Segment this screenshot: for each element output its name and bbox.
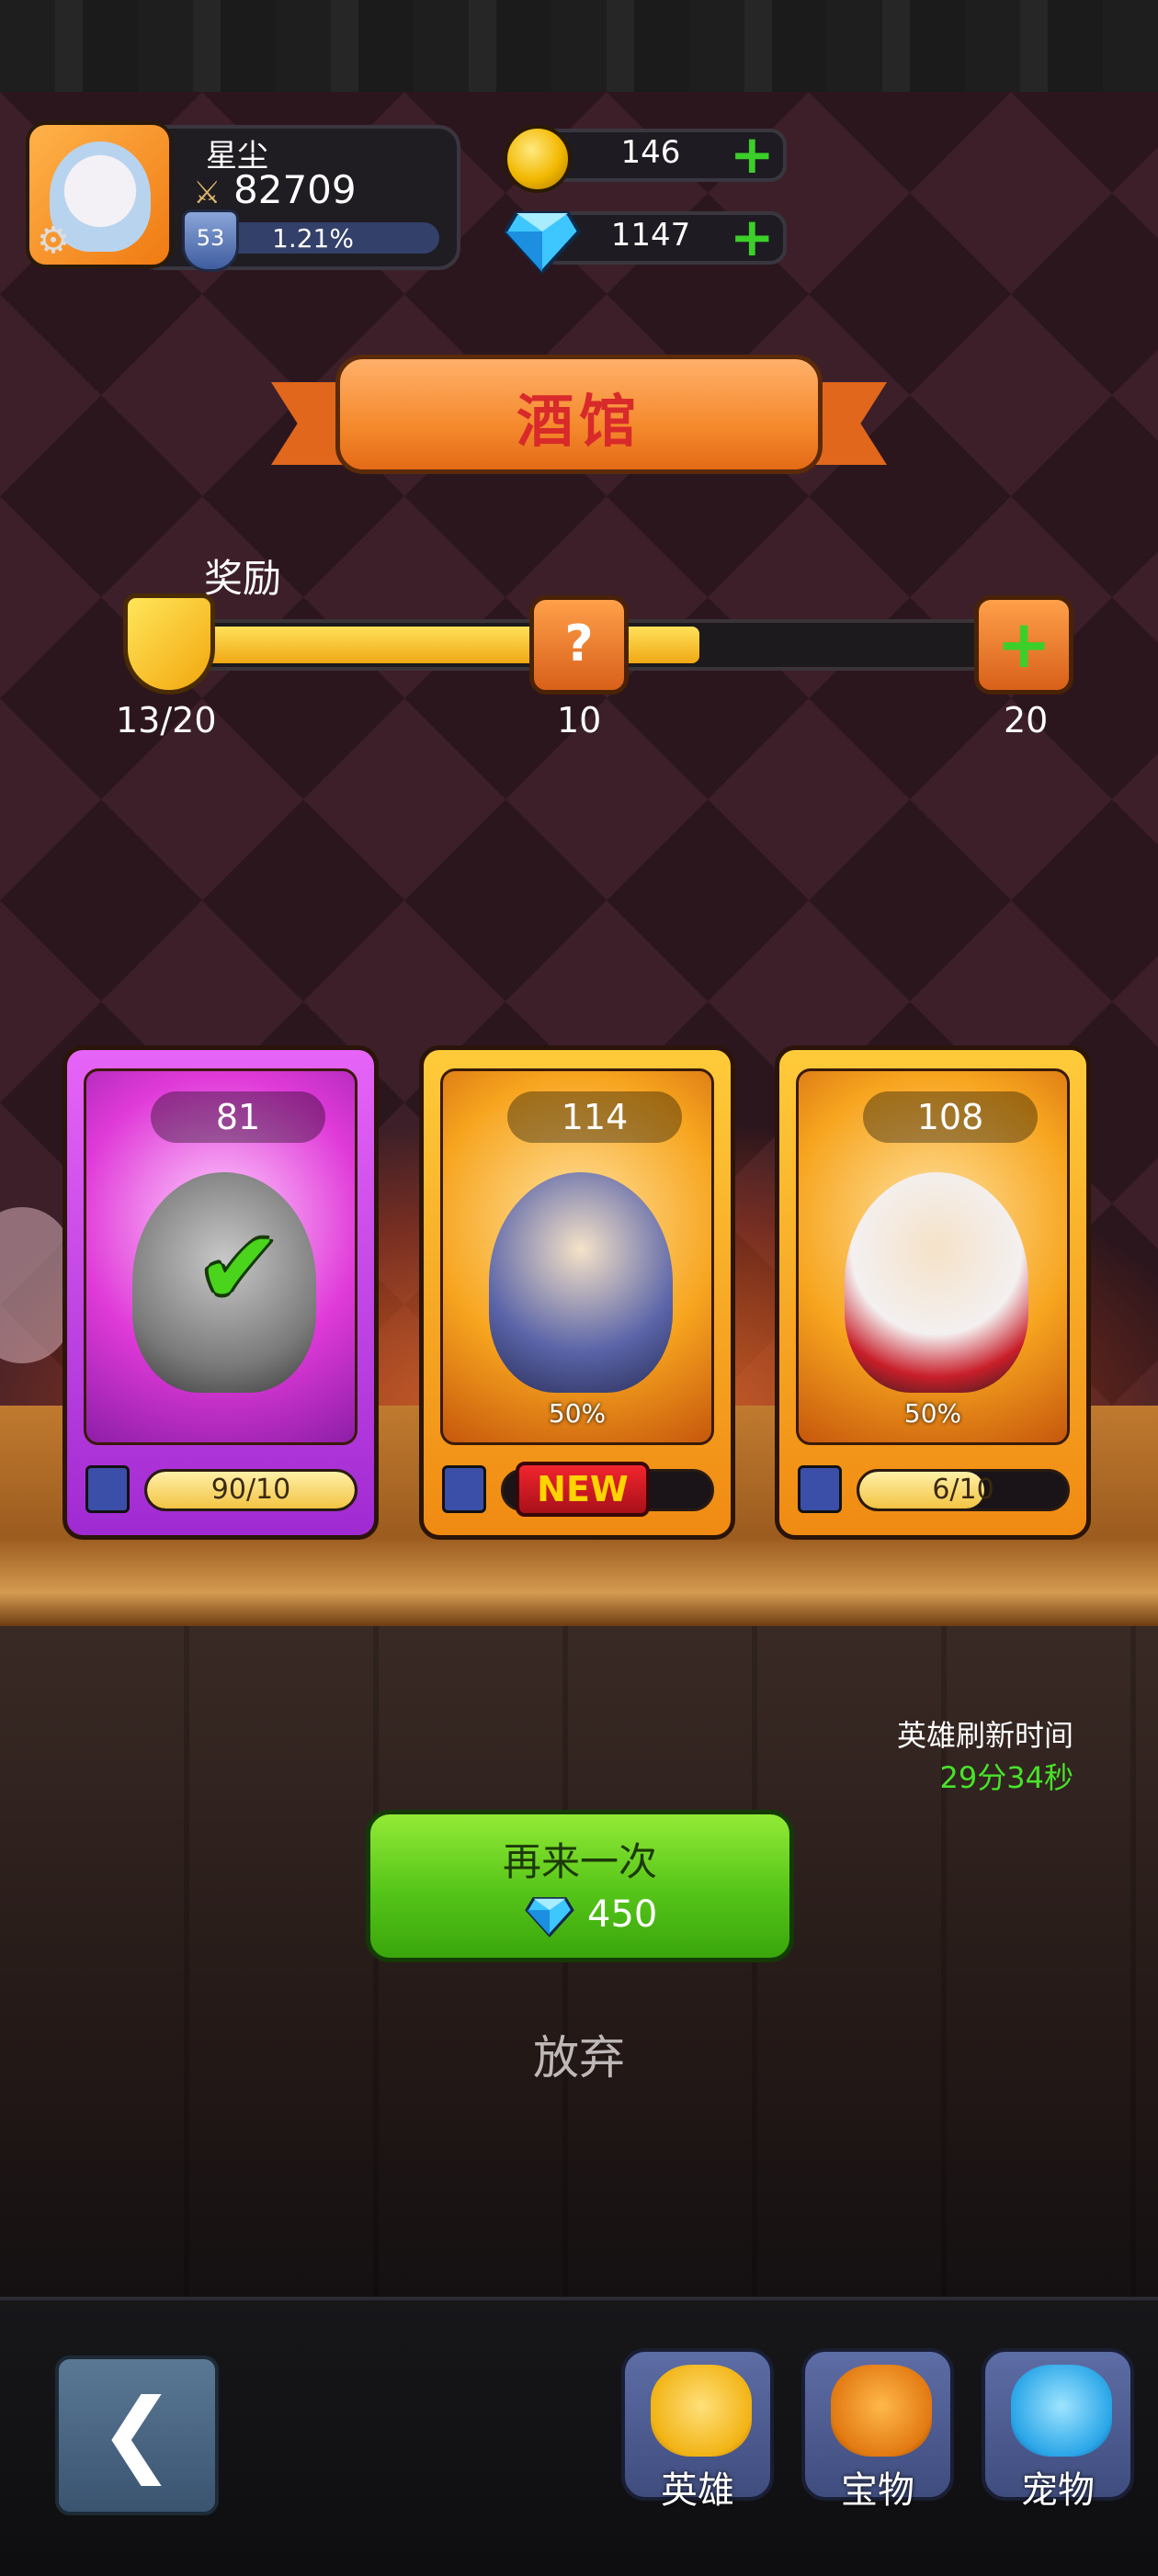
nav-heroes-label: 英雄 [661,2469,734,2512]
totem-mask-icon [831,2365,932,2457]
top-strip [0,0,1158,92]
card-progress-bar: 90/10 [144,1469,358,1511]
gold-coin-icon [504,125,572,193]
player-panel[interactable]: ⚙ 星尘 ⚔ 82709 53 1.21% [26,121,460,272]
new-badge: NEW [516,1462,650,1517]
hero-portrait-icon [651,2365,752,2457]
nav-treasures-label: 宝物 [841,2469,914,2512]
card-progress-text: 90/10 [210,1474,291,1506]
gold-shield-icon [123,593,215,695]
hero-hp: 81 [151,1091,325,1143]
gold-currency: 146 + [504,125,789,193]
paladin-figure [489,1172,673,1393]
selected-check-icon: ✔ [197,1209,282,1327]
gem-currency: 1147 + [504,208,789,275]
hero-percent: 50% [548,1398,607,1429]
reward-milestone-10: 10 [557,700,602,740]
retry-button[interactable]: 再来一次 450 [366,1810,794,1962]
page-title: 酒馆 [516,388,641,455]
back-arrow-icon: ❮ [98,2378,176,2486]
retry-label: 再来一次 [502,1839,657,1884]
give-up-button[interactable]: 放弃 [487,2021,671,2087]
hero-percent: 50% [903,1398,962,1429]
card-progress-bar: 6/10 [857,1469,1070,1511]
side-chat-bubble[interactable] [0,1207,72,1363]
shrine-maiden-figure [845,1172,1028,1393]
add-gems-button[interactable]: + [730,210,775,264]
bonus-reward-icon[interactable]: + [974,595,1073,695]
pet-dragon-icon [1011,2365,1112,2457]
settings-gear-icon[interactable]: ⚙ [33,220,74,261]
hero-hp: 114 [507,1091,682,1143]
mystery-reward-icon[interactable]: ? [529,595,629,695]
card-deck-icon [798,1465,842,1513]
card-progress-text: 6/10 [932,1474,994,1506]
nav-treasures[interactable]: 宝物 [801,2348,954,2512]
hero-art-paladin: 114 50% [440,1068,714,1445]
hero-refresh-time: 29分34秒 [939,1760,1073,1795]
player-level: 53 [196,225,225,251]
hero-art-shrine-maiden: 108 50% [796,1068,1070,1445]
retry-cost: 450 [587,1893,658,1936]
tavern-banner: 酒馆 [271,347,887,494]
nav-pets-label: 宠物 [1021,2469,1095,2512]
hero-card-2[interactable]: 114 50% NEW [419,1045,735,1540]
hero-card-3[interactable]: 108 50% 6/10 [775,1045,1091,1540]
hero-card-1[interactable]: 81 ✔ 90/10 [62,1045,379,1540]
hero-hp: 108 [863,1091,1038,1143]
reward-milestone-20: 20 [1004,700,1049,740]
card-deck-icon [442,1465,486,1513]
reward-label: 奖励 [204,556,282,601]
card-deck-icon [85,1465,130,1513]
player-avatar[interactable]: ⚙ [26,121,173,268]
rank-percent: 1.21% [272,223,354,254]
crossed-swords-icon: ⚔ [193,175,221,211]
diamond-icon [525,1897,574,1938]
nav-heroes[interactable]: 英雄 [621,2348,774,2512]
level-shield-icon: 53 [182,209,239,272]
player-power: 82709 [233,167,357,212]
gold-amount: 146 [620,134,681,171]
back-button[interactable]: ❮ [55,2356,219,2515]
reward-progress-text: 13/20 [116,700,217,740]
nav-pets[interactable]: 宠物 [982,2348,1134,2512]
hero-refresh-label: 英雄刷新时间 [896,1718,1073,1753]
diamond-icon [504,211,581,275]
gem-amount: 1147 [610,217,691,254]
hero-art-knight: 81 ✔ [84,1068,358,1445]
add-gold-button[interactable]: + [730,128,775,181]
